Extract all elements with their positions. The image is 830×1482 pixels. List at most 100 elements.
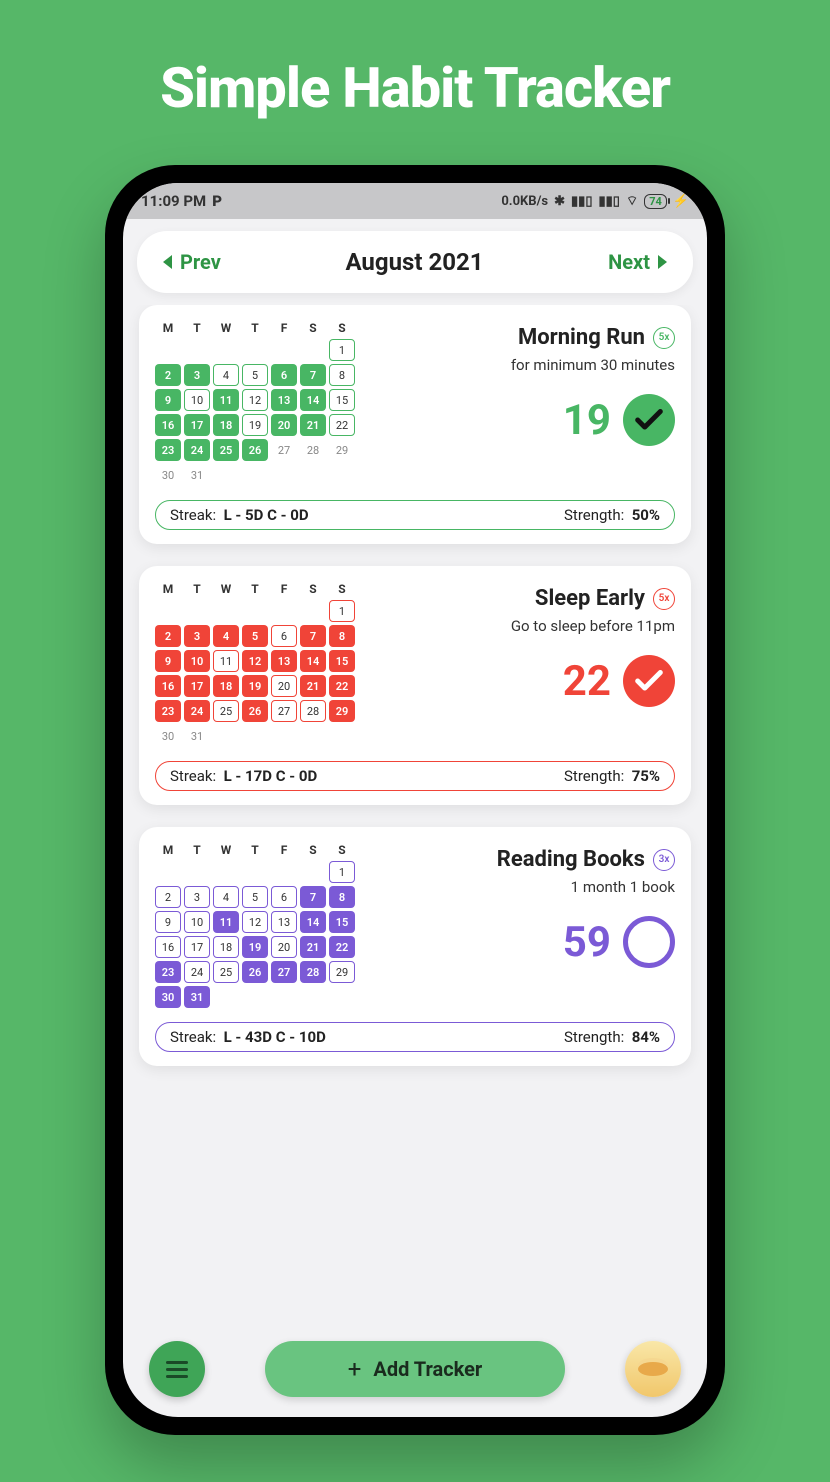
calendar-day[interactable]: 3 [184, 886, 210, 908]
calendar-day[interactable]: 28 [300, 439, 326, 461]
calendar-day[interactable]: 14 [300, 911, 326, 933]
calendar-day[interactable]: 25 [213, 700, 239, 722]
calendar-day[interactable]: 10 [184, 911, 210, 933]
calendar-day[interactable]: 13 [271, 650, 297, 672]
check-button[interactable] [623, 655, 675, 707]
calendar-day[interactable]: 31 [184, 725, 210, 747]
habit-card[interactable]: MTWTFSS123456789101112131415161718192021… [139, 566, 691, 805]
calendar-day[interactable]: 16 [155, 936, 181, 958]
calendar-day[interactable]: 27 [271, 439, 297, 461]
calendar-day[interactable]: 19 [242, 936, 268, 958]
calendar-day[interactable]: 7 [300, 886, 326, 908]
calendar-day[interactable]: 21 [300, 675, 326, 697]
habit-card[interactable]: MTWTFSS123456789101112131415161718192021… [139, 305, 691, 544]
calendar-day[interactable]: 9 [155, 911, 181, 933]
calendar-day[interactable]: 15 [329, 911, 355, 933]
calendar-day[interactable]: 12 [242, 650, 268, 672]
habit-card[interactable]: MTWTFSS123456789101112131415161718192021… [139, 827, 691, 1066]
calendar-day[interactable]: 7 [300, 625, 326, 647]
calendar-day[interactable]: 27 [271, 961, 297, 983]
calendar-day[interactable]: 10 [184, 389, 210, 411]
calendar-day[interactable]: 24 [184, 439, 210, 461]
calendar-day[interactable]: 26 [242, 961, 268, 983]
calendar-day[interactable]: 26 [242, 700, 268, 722]
calendar-day[interactable]: 12 [242, 389, 268, 411]
calendar-day[interactable]: 3 [184, 364, 210, 386]
calendar-day[interactable]: 18 [213, 414, 239, 436]
calendar-day[interactable]: 5 [242, 364, 268, 386]
calendar-day[interactable]: 14 [300, 650, 326, 672]
calendar-day[interactable]: 18 [213, 936, 239, 958]
calendar-day[interactable]: 18 [213, 675, 239, 697]
calendar-day[interactable]: 20 [271, 414, 297, 436]
calendar-day[interactable]: 16 [155, 414, 181, 436]
calendar-day[interactable]: 29 [329, 700, 355, 722]
calendar-day[interactable]: 30 [155, 986, 181, 1008]
calendar-day[interactable]: 23 [155, 700, 181, 722]
calendar-day[interactable]: 24 [184, 700, 210, 722]
calendar-day[interactable]: 1 [329, 339, 355, 361]
calendar-day[interactable]: 22 [329, 414, 355, 436]
calendar-day[interactable]: 25 [213, 439, 239, 461]
calendar-day[interactable]: 31 [184, 464, 210, 486]
calendar-day[interactable]: 4 [213, 364, 239, 386]
calendar-day[interactable]: 16 [155, 675, 181, 697]
calendar-day[interactable]: 30 [155, 725, 181, 747]
prev-button[interactable]: Prev [163, 250, 221, 274]
calendar-day[interactable]: 7 [300, 364, 326, 386]
calendar-day[interactable]: 23 [155, 439, 181, 461]
calendar-day[interactable]: 1 [329, 861, 355, 883]
calendar-day[interactable]: 27 [271, 700, 297, 722]
calendar-day[interactable]: 25 [213, 961, 239, 983]
calendar-day[interactable]: 14 [300, 389, 326, 411]
calendar-day[interactable]: 29 [329, 439, 355, 461]
calendar-day[interactable]: 17 [184, 414, 210, 436]
calendar-day[interactable]: 19 [242, 675, 268, 697]
calendar-day[interactable]: 11 [213, 389, 239, 411]
calendar-day[interactable]: 11 [213, 650, 239, 672]
coins-button[interactable] [625, 1341, 681, 1397]
calendar-day[interactable]: 13 [271, 911, 297, 933]
calendar-day[interactable]: 12 [242, 911, 268, 933]
calendar-day[interactable]: 13 [271, 389, 297, 411]
calendar-day[interactable]: 5 [242, 886, 268, 908]
calendar-day[interactable]: 10 [184, 650, 210, 672]
calendar-day[interactable]: 30 [155, 464, 181, 486]
calendar-day[interactable]: 5 [242, 625, 268, 647]
calendar-day[interactable]: 2 [155, 886, 181, 908]
calendar-day[interactable]: 3 [184, 625, 210, 647]
calendar-day[interactable]: 17 [184, 675, 210, 697]
calendar-day[interactable]: 15 [329, 389, 355, 411]
calendar-day[interactable]: 20 [271, 936, 297, 958]
calendar-day[interactable]: 8 [329, 625, 355, 647]
calendar-day[interactable]: 6 [271, 625, 297, 647]
calendar-day[interactable]: 28 [300, 700, 326, 722]
calendar-day[interactable]: 26 [242, 439, 268, 461]
calendar-day[interactable]: 6 [271, 364, 297, 386]
calendar-day[interactable]: 9 [155, 650, 181, 672]
calendar-day[interactable]: 6 [271, 886, 297, 908]
menu-button[interactable] [149, 1341, 205, 1397]
calendar-day[interactable]: 31 [184, 986, 210, 1008]
calendar-day[interactable]: 22 [329, 675, 355, 697]
calendar-day[interactable]: 1 [329, 600, 355, 622]
calendar-day[interactable]: 23 [155, 961, 181, 983]
check-button[interactable] [623, 916, 675, 968]
calendar-day[interactable]: 29 [329, 961, 355, 983]
calendar-day[interactable]: 15 [329, 650, 355, 672]
calendar-day[interactable]: 2 [155, 364, 181, 386]
calendar-day[interactable]: 21 [300, 414, 326, 436]
add-tracker-button[interactable]: + Add Tracker [265, 1341, 565, 1397]
calendar-day[interactable]: 21 [300, 936, 326, 958]
calendar-day[interactable]: 19 [242, 414, 268, 436]
calendar-day[interactable]: 17 [184, 936, 210, 958]
check-button[interactable] [623, 394, 675, 446]
calendar-day[interactable]: 8 [329, 886, 355, 908]
calendar-day[interactable]: 4 [213, 625, 239, 647]
calendar-day[interactable]: 28 [300, 961, 326, 983]
calendar-day[interactable]: 20 [271, 675, 297, 697]
calendar-day[interactable]: 4 [213, 886, 239, 908]
calendar-day[interactable]: 8 [329, 364, 355, 386]
calendar-day[interactable]: 9 [155, 389, 181, 411]
calendar-day[interactable]: 2 [155, 625, 181, 647]
